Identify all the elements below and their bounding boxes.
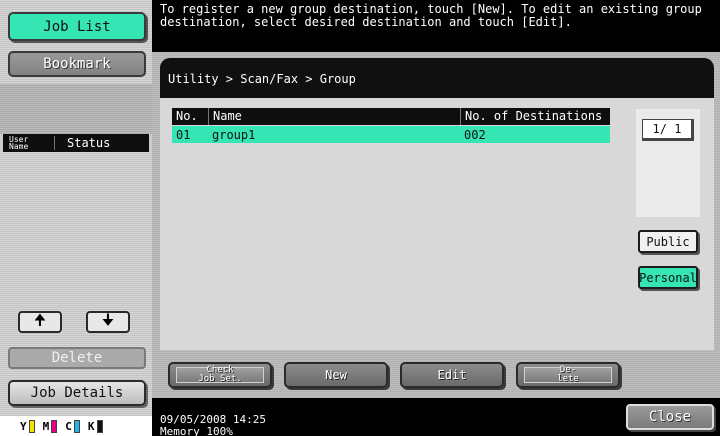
memory-status: Memory 100% <box>160 425 233 436</box>
edit-button-label: Edit <box>437 368 467 382</box>
row-destinations: 002 <box>464 127 486 142</box>
table-row[interactable]: 01 group1 002 <box>172 126 610 143</box>
toner-m-bar <box>51 419 58 433</box>
page-indicator-panel: 1/ 1 <box>636 109 700 217</box>
bookmark-button[interactable]: Bookmark <box>8 51 146 77</box>
toner-y-label: Y <box>20 419 27 433</box>
new-button-label: New <box>325 368 347 382</box>
delete-group-button[interactable]: De- lete <box>516 362 620 388</box>
toner-c-label: C <box>65 419 72 433</box>
arrow-down-icon: 🠋 <box>101 310 115 329</box>
row-no: 01 <box>176 127 191 142</box>
toner-k: K <box>87 419 103 433</box>
toner-levels: Y M C K <box>0 416 152 436</box>
toner-m: M <box>42 419 58 433</box>
arrow-up-icon: 🠉 <box>33 310 47 329</box>
check-job-settings-button[interactable]: Check Job Set. <box>168 362 272 388</box>
action-bar: Check Job Set. New Edit De- lete <box>160 350 714 398</box>
date-time: 09/05/2008 14:25 <box>160 413 266 426</box>
scroll-up-button[interactable]: 🠉 <box>18 311 62 333</box>
row-name: group1 <box>212 127 256 142</box>
user-name-column-header: User Name <box>3 136 55 151</box>
toner-k-bar <box>96 419 103 433</box>
tab-public[interactable]: Public <box>638 230 698 253</box>
close-button[interactable]: Close <box>626 404 714 430</box>
tab-personal[interactable]: Personal <box>638 266 698 289</box>
check-job-settings-label-line2: Job Set. <box>198 374 242 384</box>
toner-c-bar <box>73 419 80 433</box>
breadcrumb-bar: Utility > Scan/Fax > Group <box>160 58 714 98</box>
toner-y-bar <box>28 419 35 433</box>
col-name: Name <box>208 108 460 125</box>
col-no: No. <box>176 109 198 123</box>
col-destinations: No. of Destinations <box>460 108 610 125</box>
user-name-label-line2: Name <box>9 142 29 151</box>
page-indicator: 1/ 1 <box>642 119 694 141</box>
toner-k-label: K <box>87 419 95 433</box>
footer-bar: 09/05/2008 14:25 Memory 100% Close <box>152 398 720 436</box>
toner-m-label: M <box>42 419 50 433</box>
delete-group-label-line2: lete <box>557 374 579 384</box>
main-panel: Utility > Scan/Fax > Group No. Name No. … <box>152 52 720 398</box>
left-panel: Job List Bookmark User Name Status 🠉 🠋 D… <box>0 0 152 436</box>
scroll-down-button[interactable]: 🠋 <box>86 311 130 333</box>
left-strip <box>0 84 152 134</box>
toner-c: C <box>65 419 80 433</box>
status-column-header: Status <box>67 136 111 150</box>
delete-group-face: De- lete <box>524 366 612 384</box>
check-job-settings-face: Check Job Set. <box>176 366 264 384</box>
content-area: No. Name No. of Destinations 01 group1 0… <box>160 98 714 350</box>
toner-y: Y <box>20 419 35 433</box>
breadcrumb: Utility > Scan/Fax > Group <box>168 72 356 86</box>
destination-table-header: No. Name No. of Destinations <box>172 108 610 125</box>
job-list-header: User Name Status <box>3 134 149 152</box>
job-list-button[interactable]: Job List <box>8 12 146 41</box>
delete-job-button[interactable]: Delete <box>8 347 146 369</box>
new-button[interactable]: New <box>284 362 388 388</box>
job-details-button[interactable]: Job Details <box>8 380 146 406</box>
edit-button[interactable]: Edit <box>400 362 504 388</box>
instruction-message: To register a new group destination, tou… <box>160 2 702 29</box>
